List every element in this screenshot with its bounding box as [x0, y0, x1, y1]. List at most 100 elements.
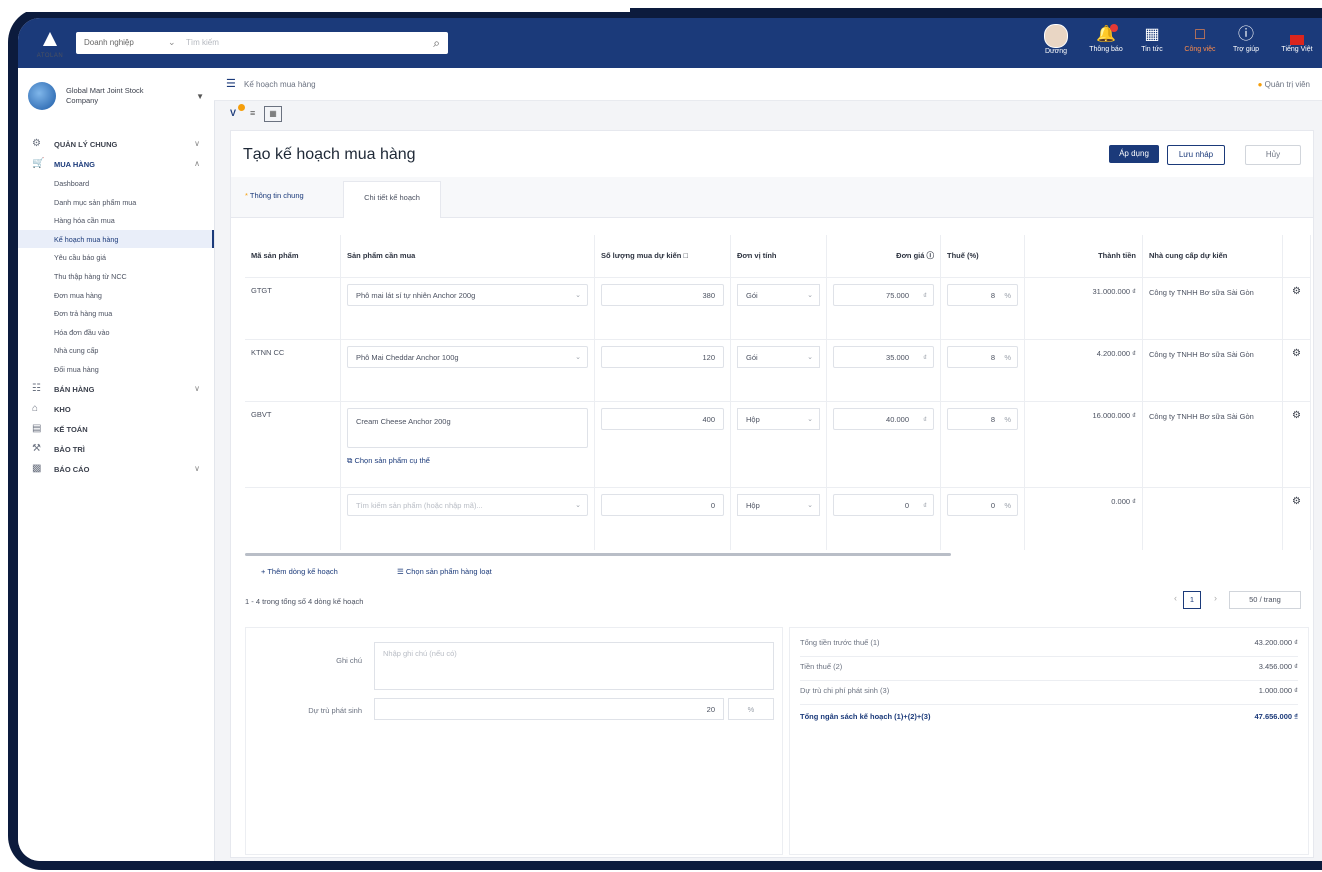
sidebar-group-label: KẾ TOÁN: [54, 424, 88, 434]
unit-select[interactable]: Hộp ⌄: [737, 408, 820, 430]
header-tasks[interactable]: □ Công việc: [1178, 22, 1222, 53]
grand-total-label: Tổng ngân sách kế hoạch (1)+(2)+(3): [800, 712, 931, 721]
tax-input[interactable]: 0%: [947, 494, 1018, 516]
qty-input[interactable]: 380: [601, 284, 724, 306]
row-unit-cell: Hộp ⌄: [731, 488, 827, 550]
sidebar-item-dashboard[interactable]: Dashboard: [18, 174, 214, 193]
row-price-cell: 0 ₫: [827, 488, 941, 550]
qty-input[interactable]: 0: [601, 494, 724, 516]
tax-input[interactable]: 8%: [947, 408, 1018, 430]
qty-input[interactable]: 400: [601, 408, 724, 430]
price-input[interactable]: 40.000 ₫: [833, 408, 934, 430]
sidebar-item-purchase-order[interactable]: Đơn mua hàng: [18, 286, 214, 305]
row-settings-icon[interactable]: ⚙: [1283, 278, 1311, 340]
contingency-unit-select[interactable]: %: [728, 698, 774, 720]
header-notifications[interactable]: 🔔 Thông báo: [1084, 22, 1128, 53]
row-total: 0.000 ₫: [1025, 488, 1143, 550]
sidebar-item-purchase-compare[interactable]: Đối mua hàng: [18, 360, 214, 379]
grid-view-icon[interactable]: ▦: [264, 106, 282, 122]
header-news[interactable]: ▦ Tin tức: [1130, 22, 1174, 53]
page-number-button[interactable]: 1: [1183, 591, 1201, 609]
sale-icon: ☷: [32, 382, 41, 394]
choose-specific-link[interactable]: ⧉ Chọn sản phẩm cụ thể: [347, 456, 430, 466]
search-scope[interactable]: Doanh nghiệp: [84, 38, 134, 47]
company-name: Global Mart Joint Stock Company: [66, 86, 144, 105]
table-row: KTNN CC Phô Mai Cheddar Anchor 100g ⌄ 120…: [245, 339, 1311, 402]
calendar-icon[interactable]: □: [683, 251, 688, 260]
tab-detail[interactable]: Chi tiết kế hoạch: [343, 181, 441, 218]
tab-general[interactable]: * Thông tin chung: [245, 191, 304, 200]
contingency-input[interactable]: 20: [374, 698, 724, 720]
search-icon[interactable]: ⌕: [433, 36, 440, 51]
global-search[interactable]: Doanh nghiệp ⌄ Tìm kiếm ⌕: [76, 32, 448, 54]
sidebar-group-warehouse[interactable]: ⌂ KHO: [18, 399, 214, 419]
tax-input[interactable]: 8%: [947, 284, 1018, 306]
sidebar-item-quote-request[interactable]: Yêu cầu báo giá: [18, 248, 214, 267]
header-user-label: Dương: [1044, 48, 1068, 55]
breadcrumb-current[interactable]: Kế hoạch mua hàng: [244, 80, 316, 89]
unit-select[interactable]: Gói ⌄: [737, 284, 820, 306]
tax-input[interactable]: 8%: [947, 346, 1018, 368]
prev-page-icon[interactable]: ‹: [1174, 593, 1177, 603]
price-input[interactable]: 75.000 ₫: [833, 284, 934, 306]
app-logo[interactable]: ▲ ATOLAN: [32, 26, 68, 62]
sidebar-item-product-catalog[interactable]: Danh mục sản phẩm mua: [18, 193, 214, 212]
row-supplier[interactable]: Công ty TNHH Bơ sữa Sài Gòn: [1143, 402, 1283, 488]
header-language-label: Tiếng Việt: [1281, 46, 1313, 53]
add-row-button[interactable]: + Thêm dòng kế hoạch: [261, 567, 338, 576]
row-settings-icon[interactable]: ⚙: [1283, 340, 1311, 402]
per-page-select[interactable]: 50 / trang: [1229, 591, 1301, 609]
unit-select[interactable]: Hộp ⌄: [737, 494, 820, 516]
price-input[interactable]: 35.000 ₫: [833, 346, 934, 368]
sidebar-item-goods-needed[interactable]: Hàng hóa cần mua: [18, 211, 214, 230]
sidebar-item-suppliers[interactable]: Nhà cung cấp: [18, 341, 214, 360]
save-draft-button[interactable]: Lưu nháp: [1167, 145, 1225, 165]
apply-button[interactable]: Áp dụng: [1109, 145, 1159, 163]
sidebar-group-general[interactable]: ⚙ QUẢN LÝ CHUNG ∨: [18, 134, 214, 154]
sidebar-item-supplier-collect[interactable]: Thu thập hàng từ NCC: [18, 267, 214, 286]
sidebar-item-input-invoice[interactable]: Hóa đơn đầu vào: [18, 323, 214, 342]
list-view-icon[interactable]: ≡: [250, 108, 255, 118]
header-user[interactable]: Dương: [1034, 22, 1078, 55]
product-select[interactable]: Phô Mai Cheddar Anchor 100g ⌄: [347, 346, 588, 368]
sidebar-group-reports[interactable]: ▩ BÁO CÁO ∨: [18, 459, 214, 479]
product-select[interactable]: Cream Cheese Anchor 200g: [347, 408, 588, 448]
chevron-down-icon: ⌄: [575, 292, 581, 299]
header-language[interactable]: Tiếng Việt: [1272, 22, 1322, 53]
sidebar-group-purchase[interactable]: 🛒 MUA HÀNG ∧: [18, 154, 214, 174]
sidebar-item-purchase-plan[interactable]: Kế hoạch mua hàng: [18, 229, 214, 249]
table-row: GBVT Cream Cheese Anchor 200g ⧉ Chọn sản…: [245, 401, 1311, 488]
unit-select[interactable]: Gói ⌄: [737, 346, 820, 368]
company-switcher[interactable]: Global Mart Joint Stock Company ▼: [28, 82, 208, 114]
sidebar-item-purchase-return[interactable]: Đơn trả hàng mua: [18, 304, 214, 323]
sidebar-menu: ⚙ QUẢN LÝ CHUNG ∨ 🛒 MUA HÀNG ∧ Dashboard…: [18, 134, 214, 479]
note-textarea[interactable]: Nhập ghi chú (nếu có): [374, 642, 774, 690]
row-price-cell: 75.000 ₫: [827, 278, 941, 340]
chevron-down-icon[interactable]: ⌄: [168, 37, 176, 48]
row-supplier[interactable]: Công ty TNHH Bơ sữa Sài Gòn: [1143, 278, 1283, 340]
cancel-button[interactable]: Hủy: [1245, 145, 1301, 165]
next-page-icon[interactable]: ›: [1214, 593, 1217, 603]
search-input[interactable]: Tìm kiếm: [186, 38, 219, 47]
user-role[interactable]: ● Quản trị viên: [1258, 80, 1310, 89]
sidebar-group-maintenance[interactable]: ⚒ BẢO TRÌ: [18, 439, 214, 459]
chevron-down-icon: ∨: [194, 383, 200, 393]
tax-value: 0: [990, 501, 995, 510]
row-supplier[interactable]: [1143, 488, 1283, 550]
row-settings-icon[interactable]: ⚙: [1283, 488, 1311, 550]
table-horizontal-scrollbar[interactable]: [245, 553, 951, 556]
header-help[interactable]: ⓘ Trợ giúp: [1224, 22, 1268, 53]
price-input[interactable]: 0 ₫: [833, 494, 934, 516]
product-search-input[interactable]: Tìm kiếm sản phẩm (hoặc nhập mã)... ⌄: [347, 494, 588, 516]
sidebar-group-sales[interactable]: ☷ BÁN HÀNG ∨: [18, 379, 214, 399]
filter-icon[interactable]: V: [230, 108, 236, 118]
bulk-choose-button[interactable]: ☰ Chọn sản phẩm hàng loạt: [397, 567, 492, 576]
info-icon[interactable]: ⓘ: [927, 251, 935, 260]
product-select[interactable]: Phô mai lát sí tự nhiên Anchor 200g ⌄: [347, 284, 588, 306]
qty-input[interactable]: 120: [601, 346, 724, 368]
row-product-cell: Phô Mai Cheddar Anchor 100g ⌄: [341, 340, 595, 402]
row-supplier[interactable]: Công ty TNHH Bơ sữa Sài Gòn: [1143, 340, 1283, 402]
row-settings-icon[interactable]: ⚙: [1283, 402, 1311, 488]
caret-down-icon[interactable]: ▼: [196, 92, 204, 101]
sidebar-group-accounting[interactable]: ▤ KẾ TOÁN: [18, 419, 214, 439]
